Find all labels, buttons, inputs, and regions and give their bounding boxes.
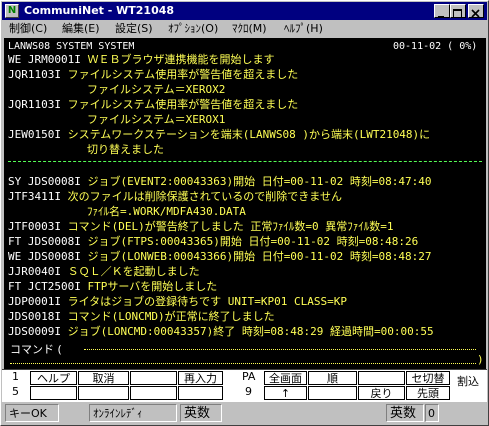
- log-line: WE JRM0001I ＷＥＢブラウザ連携機能を開始します: [8, 53, 275, 66]
- pakey-6[interactable]: [308, 386, 357, 400]
- log-line: JQR1103I ファイルシステム使用率が警告値を超えました: [8, 98, 299, 111]
- fkey-cancel[interactable]: 取消: [78, 371, 129, 385]
- terminal-screen[interactable]: LANWS08 SYSTEM SYSTEM 00-11-02 ( 0%) WE …: [4, 38, 486, 339]
- fkey-reenter[interactable]: 再入力: [178, 371, 223, 385]
- minimize-button[interactable]: [434, 4, 450, 18]
- command-close-paren: ): [478, 353, 483, 366]
- menu-bar: 制御(C) 編集(E) 設定(S) ｵﾌﾟｼｮﾝ(O) ﾏｸﾛ(M) ﾍﾙﾌﾟ(…: [2, 20, 487, 38]
- log-line: JEW0150I システムワークステーションを端末(LANWS08 )から端末(…: [8, 128, 431, 141]
- command-area: コマンド ( ): [4, 339, 486, 369]
- close-button[interactable]: [468, 4, 484, 18]
- close-icon: [471, 9, 480, 18]
- status-key-state: キーOK: [5, 404, 59, 422]
- log-line: FT JCT2500I FTPサーバを開始しました: [8, 280, 218, 293]
- status-ime-right: 英数: [386, 404, 424, 422]
- command-input-line2[interactable]: [10, 363, 476, 364]
- menu-help[interactable]: ﾍﾙﾌﾟ(H): [284, 20, 323, 38]
- pakey-up[interactable]: ↑: [264, 386, 307, 400]
- log-line-continuation: ﾌｧｲﾙ名=.WORK/MDFA430.DATA: [87, 205, 246, 218]
- menu-control[interactable]: 制御(C): [9, 20, 47, 38]
- log-line: JQR1103I ファイルシステム使用率が警告値を超えました: [8, 68, 299, 81]
- log-line: JTF3411I 次のファイルは削除保護されているので削除できません: [8, 190, 342, 203]
- maximize-button[interactable]: [450, 4, 466, 18]
- log-line: FT JDS0008I ジョブ(FTPS:00043365)開始 日付=00-1…: [8, 235, 419, 248]
- fkey-5[interactable]: [30, 386, 77, 400]
- fkey-row2-number: 5: [12, 385, 19, 398]
- minimize-icon: [438, 16, 444, 18]
- fkey-help[interactable]: ヘルプ: [30, 371, 77, 385]
- log-line-continuation: ファイルシステム＝XEROX1: [87, 113, 226, 126]
- pakey-session-switch[interactable]: セ切替: [406, 371, 450, 385]
- menu-edit[interactable]: 編集(E): [62, 20, 100, 38]
- title-bar[interactable]: N CommuniNet - WT21048: [2, 2, 487, 20]
- fkey-row1-number: 1: [12, 370, 19, 383]
- fkey-8[interactable]: [178, 386, 223, 400]
- fkey-6[interactable]: [78, 386, 129, 400]
- status-counter: 0: [425, 404, 439, 422]
- command-input[interactable]: [84, 349, 476, 350]
- main-window: N CommuniNet - WT21048 制御(C) 編集(E) 設定(S)…: [0, 0, 489, 426]
- pakey-fullscreen[interactable]: 全画面: [264, 371, 307, 385]
- pakey-3[interactable]: [358, 371, 405, 385]
- log-line: SY JDS0008I ジョブ(EVENT2:00043363)開始 日付=00…: [8, 175, 432, 188]
- log-line-continuation: 切り替えました: [87, 143, 164, 156]
- fkey-7[interactable]: [130, 386, 177, 400]
- pa-label: PA: [242, 370, 256, 383]
- log-line-continuation: ファイルシステム＝XEROX2: [87, 83, 226, 96]
- log-line: WE JDS0008I ジョブ(LONWEB:00043366)開始 日付=00…: [8, 250, 432, 263]
- maximize-icon: [453, 9, 462, 18]
- log-line: JDS0009I ジョブ(LONCMD:00043357)終了 時刻=08:48…: [8, 325, 434, 338]
- pakey-back[interactable]: 戻り: [358, 386, 405, 400]
- log-line: JTF0003I コマンド(DEL)が警告終了しました 正常ﾌｧｲﾙ数=0 異常…: [8, 220, 394, 233]
- interrupt-key[interactable]: 割込: [457, 373, 479, 389]
- status-mode: ｵﾝﾗｲﾝﾚﾃﾞｨ: [89, 404, 177, 422]
- log-separator: [8, 161, 482, 162]
- log-line: JJR0040I ＳＱＬ／Ｋを起動しました: [8, 265, 200, 278]
- fkey-3[interactable]: [130, 371, 177, 385]
- menu-options[interactable]: ｵﾌﾟｼｮﾝ(O): [168, 20, 218, 38]
- status-bar: キーOK ｵﾝﾗｲﾝﾚﾃﾞｨ 英数 英数 0: [2, 402, 487, 424]
- menu-settings[interactable]: 設定(S): [115, 20, 153, 38]
- function-key-panel: 1 5 ヘルプ 取消 再入力 PA 9 全画面 順 セ切替 ↑ 戻り 先頭 割込: [2, 369, 487, 403]
- log-line: JDS0018I コマンド(LONCMD)が正常に終了しました: [8, 310, 275, 323]
- terminal-header-right: 00-11-02 ( 0%): [393, 41, 478, 52]
- pa-row2-number: 9: [245, 385, 252, 398]
- command-label: コマンド (: [10, 343, 62, 356]
- pakey-top[interactable]: 先頭: [406, 386, 450, 400]
- terminal-header-left: LANWS08 SYSTEM SYSTEM: [8, 41, 135, 52]
- status-ime: 英数: [180, 404, 222, 422]
- window-title: CommuniNet - WT21048: [24, 4, 175, 17]
- log-line: JDP0001I ライタはジョブの登録待ちです UNIT=KP01 CLASS=…: [8, 295, 347, 308]
- menu-macro[interactable]: ﾏｸﾛ(M): [232, 20, 267, 38]
- pakey-order[interactable]: 順: [308, 371, 357, 385]
- app-icon[interactable]: N: [5, 4, 19, 18]
